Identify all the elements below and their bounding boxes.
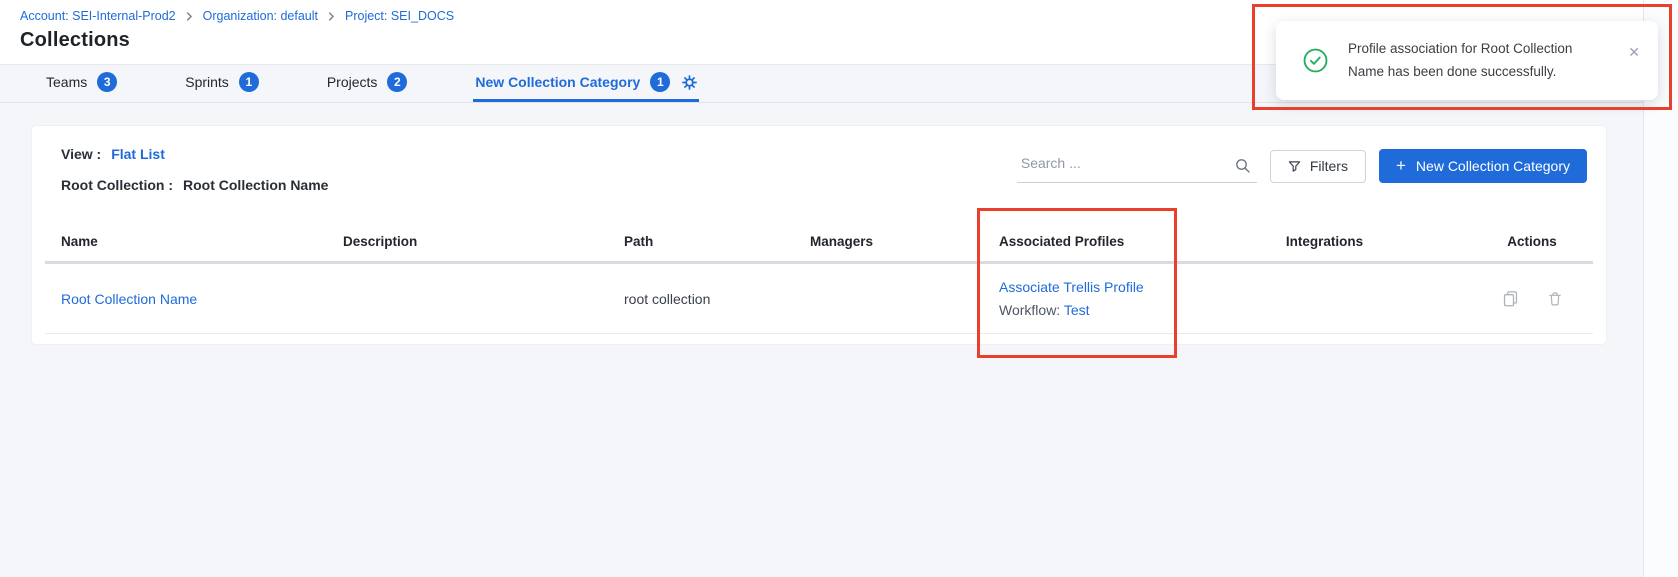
column-header-managers: Managers: [791, 221, 978, 261]
count-badge: 3: [97, 72, 117, 92]
copy-icon[interactable]: [1502, 290, 1519, 307]
tab-projects[interactable]: Projects 2: [325, 65, 410, 102]
tab-teams[interactable]: Teams 3: [44, 65, 119, 102]
tab-label: Projects: [327, 74, 378, 90]
new-collection-category-button[interactable]: + New Collection Category: [1379, 149, 1587, 183]
workflow-label: Workflow:: [999, 302, 1060, 318]
column-header-name: Name: [45, 221, 321, 261]
cell-associated-profiles: Associate Trellis Profile Workflow: Test: [978, 279, 1178, 318]
close-icon[interactable]: ✕: [1628, 44, 1640, 61]
collections-table: Name Description Path Managers Associate…: [45, 221, 1593, 334]
column-header-integrations: Integrations: [1178, 221, 1471, 261]
flat-list-link[interactable]: Flat List: [111, 146, 165, 162]
workflow-test-link[interactable]: Test: [1064, 302, 1090, 318]
tab-label: New Collection Category: [475, 74, 640, 90]
associate-trellis-profile-link[interactable]: Associate Trellis Profile: [999, 279, 1144, 295]
plus-icon: +: [1396, 157, 1406, 174]
toast-message: Profile association for Root Collection …: [1348, 37, 1610, 83]
search-input[interactable]: [1017, 150, 1257, 183]
column-header-associated-profiles: Associated Profiles: [978, 221, 1178, 261]
table-header-row: Name Description Path Managers Associate…: [45, 221, 1593, 264]
cell-name: Root Collection Name: [45, 291, 321, 307]
filters-button[interactable]: Filters: [1270, 150, 1366, 183]
success-toast: Profile association for Root Collection …: [1276, 21, 1658, 100]
chevron-right-icon: [327, 12, 336, 21]
count-badge: 1: [650, 72, 670, 92]
breadcrumb: Account: SEI-Internal-Prod2 Organization…: [20, 9, 454, 23]
collections-page: Account: SEI-Internal-Prod2 Organization…: [0, 0, 1678, 577]
breadcrumb-project-link[interactable]: Project: SEI_DOCS: [345, 9, 454, 23]
root-collection-value: Root Collection Name: [183, 177, 328, 193]
chevron-right-icon: [185, 12, 194, 21]
filter-icon: [1288, 160, 1301, 173]
count-badge: 2: [387, 72, 407, 92]
cell-actions: [1471, 290, 1593, 307]
tab-label: Sprints: [185, 74, 229, 90]
tab-label: Teams: [46, 74, 87, 90]
search-icon: [1235, 158, 1251, 179]
gear-icon[interactable]: [682, 75, 697, 90]
column-header-path: Path: [601, 221, 791, 261]
tab-sprints[interactable]: Sprints 1: [183, 65, 261, 102]
search-box: [1017, 150, 1257, 183]
column-header-description: Description: [321, 221, 601, 261]
breadcrumb-organization-link[interactable]: Organization: default: [203, 9, 318, 23]
filters-button-label: Filters: [1310, 158, 1348, 174]
page-title: Collections: [20, 29, 130, 52]
view-label: View :: [61, 146, 101, 162]
table-row: Root Collection Name root collection Ass…: [45, 264, 1593, 334]
column-header-actions: Actions: [1471, 221, 1593, 261]
root-collection-line: Root Collection : Root Collection Name: [61, 169, 328, 200]
cell-path: root collection: [601, 291, 791, 307]
success-check-icon: [1303, 48, 1328, 78]
view-line: View : Flat List: [61, 138, 328, 169]
view-meta: View : Flat List Root Collection : Root …: [61, 138, 328, 200]
root-collection-label: Root Collection :: [61, 177, 173, 193]
count-badge: 1: [239, 72, 259, 92]
tab-new-collection-category[interactable]: New Collection Category 1: [473, 65, 699, 102]
trash-icon[interactable]: [1547, 291, 1563, 307]
collections-panel: View : Flat List Root Collection : Root …: [31, 125, 1607, 345]
table-toolbar: Filters + New Collection Category: [1017, 149, 1587, 183]
breadcrumb-account-link[interactable]: Account: SEI-Internal-Prod2: [20, 9, 176, 23]
new-collection-category-button-label: New Collection Category: [1416, 158, 1570, 174]
collection-name-link[interactable]: Root Collection Name: [61, 291, 197, 307]
